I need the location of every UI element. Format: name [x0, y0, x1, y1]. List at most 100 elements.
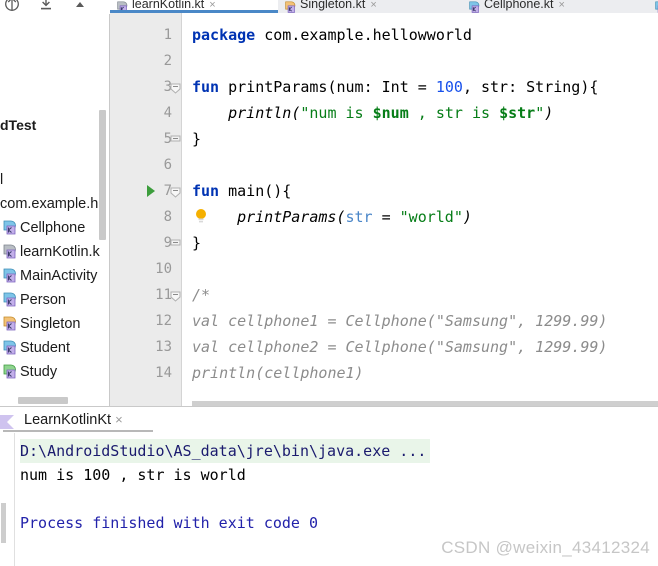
sidebar-item-label: learnKotlin.k	[20, 244, 100, 260]
console-scrollbar[interactable]	[1, 503, 6, 543]
editor-tab-bar[interactable]: learnKotlin.kt × Singleton.kt × Cellphone.kt…	[110, 0, 658, 13]
console-left-gutter	[0, 433, 15, 566]
code-line[interactable]: printParams(str = "world")	[182, 204, 472, 230]
project-tool-window[interactable]: dTest l com.example.h Cellphone learnKotlin.…	[0, 14, 110, 406]
line-number: 8	[163, 209, 172, 225]
sidebar-item-person[interactable]: Person	[0, 288, 109, 312]
editor-tab-student[interactable]: Student	[648, 0, 658, 13]
sidebar-horizontal-scrollbar[interactable]	[18, 397, 68, 404]
code-line[interactable]: println("num is $num , str is $str")	[182, 100, 553, 126]
code-token: "	[535, 104, 545, 122]
console-line: num is 100 , str is world	[20, 466, 246, 484]
kotlin-object-icon	[2, 316, 18, 332]
code-line[interactable]: }	[182, 230, 201, 256]
line-number: 6	[163, 157, 172, 173]
code-token: $num	[372, 104, 409, 122]
code-line[interactable]	[182, 256, 192, 282]
main-toolbar	[0, 0, 110, 14]
sidebar-item-study[interactable]: Study	[0, 360, 109, 384]
code-token: str	[345, 208, 373, 226]
code-token: )	[544, 104, 554, 122]
line-number: 14	[155, 365, 172, 381]
code-line[interactable]: fun printParams(num: Int = 100, str: Str…	[182, 74, 598, 100]
kotlin-class-icon	[2, 292, 18, 308]
code-text-area[interactable]: package com.example.hellowworld fun print…	[182, 13, 658, 406]
code-token: )	[462, 208, 472, 226]
line-number: 13	[155, 339, 172, 355]
editor-tab-singleton-kt[interactable]: Singleton.kt ×	[278, 0, 462, 13]
editor-tab-cellphone-kt[interactable]: Cellphone.kt ×	[462, 0, 648, 13]
sidebar-item-label: com.example.h	[0, 196, 99, 212]
line-number: 2	[163, 53, 172, 69]
code-line[interactable]: val cellphone2 = Cellphone("Samsung", 12…	[182, 334, 607, 360]
sidebar-item-com-example-h[interactable]: com.example.h	[0, 192, 109, 216]
sidebar-item-label: Student	[20, 340, 70, 356]
code-token: println(	[192, 104, 301, 122]
sidebar-item-label: l	[0, 172, 4, 188]
code-token: com.example.hellowworld	[264, 26, 472, 44]
editor-tab-label: Singleton.kt	[300, 0, 366, 11]
line-number: 1	[163, 27, 172, 43]
code-token: package	[192, 26, 265, 44]
sidebar-item-dtest[interactable]: dTest	[0, 113, 109, 137]
kotlin-class-icon	[2, 220, 18, 236]
sidebar-item-label: MainActivity	[20, 268, 98, 284]
code-token: , str is	[408, 104, 500, 122]
sidebar-item-label: Study	[20, 364, 58, 380]
code-line[interactable]: /*	[182, 282, 210, 308]
kotlin-class-icon	[2, 340, 18, 356]
run-tab-label: LearnKotlinKt	[24, 412, 112, 428]
line-number: 4	[163, 105, 172, 121]
caret-up-icon[interactable]	[72, 0, 88, 12]
sidebar-item-mainactivity[interactable]: MainActivity	[0, 264, 109, 288]
code-line[interactable]: println(cellphone1)	[182, 360, 364, 386]
close-icon[interactable]: ×	[370, 0, 376, 12]
code-line[interactable]	[182, 48, 192, 74]
code-token: }	[192, 234, 202, 252]
kotlin-object-icon	[284, 1, 297, 13]
code-fold-marker[interactable]	[170, 185, 181, 198]
vcs-update-icon[interactable]	[4, 0, 20, 12]
line-number: 10	[155, 261, 172, 277]
code-token: "world"	[399, 208, 463, 226]
code-fold-marker[interactable]	[170, 289, 181, 302]
sidebar-item-label: Singleton	[20, 316, 81, 332]
kotlin-class-icon	[654, 1, 658, 13]
code-token: fun	[192, 78, 229, 96]
download-icon[interactable]	[38, 0, 54, 12]
sidebar-item-cellphone[interactable]: Cellphone	[0, 216, 109, 240]
editor-tab-learnkotlin-kt[interactable]: learnKotlin.kt ×	[110, 0, 278, 13]
code-line[interactable]: }	[182, 126, 201, 152]
code-token: val cellphone2 = Cellphone("Samsung", 12…	[192, 338, 608, 356]
code-token: , str: String){	[462, 78, 599, 96]
close-icon[interactable]: ×	[115, 412, 123, 427]
code-token: 100	[435, 78, 463, 96]
run-tab-underline	[3, 430, 153, 432]
run-tab-bar[interactable]: LearnKotlinKt ×	[0, 407, 658, 432]
code-token: val cellphone1 = Cellphone("Samsung", 12…	[192, 312, 608, 330]
code-fold-marker[interactable]	[170, 81, 181, 94]
code-line[interactable]	[182, 152, 192, 178]
code-editor[interactable]: 1 2 3 4 5 6 7 8 9 10 11 12 13 14 package com.example.…	[110, 13, 658, 406]
kotlin-file-icon	[2, 244, 18, 260]
close-icon[interactable]: ×	[559, 0, 565, 12]
sidebar-item-label: Cellphone	[20, 220, 86, 236]
sidebar-item-l[interactable]: l	[0, 168, 109, 192]
line-number: 12	[155, 313, 172, 329]
sidebar-item-singleton[interactable]: Singleton	[0, 312, 109, 336]
sidebar-item-student[interactable]: Student	[0, 336, 109, 360]
code-line[interactable]: package com.example.hellowworld	[182, 22, 472, 48]
sidebar-item-learnkotlin-k[interactable]: learnKotlin.k	[0, 240, 109, 264]
code-fold-marker[interactable]	[170, 237, 181, 248]
editor-gutter[interactable]: 1 2 3 4 5 6 7 8 9 10 11 12 13 14	[110, 13, 182, 406]
code-token: /*	[192, 286, 211, 304]
sidebar-item-label: Person	[20, 292, 66, 308]
sidebar-item-label: dTest	[0, 117, 37, 133]
code-fold-marker[interactable]	[170, 133, 181, 144]
run-gutter-icon[interactable]	[147, 185, 155, 197]
kotlin-class-icon	[2, 268, 18, 284]
code-line[interactable]: fun main(){	[182, 178, 291, 204]
kotlin-interface-icon	[2, 364, 18, 380]
code-line[interactable]: val cellphone1 = Cellphone("Samsung", 12…	[182, 308, 607, 334]
run-configuration-tab[interactable]: LearnKotlinKt ×	[0, 407, 123, 432]
